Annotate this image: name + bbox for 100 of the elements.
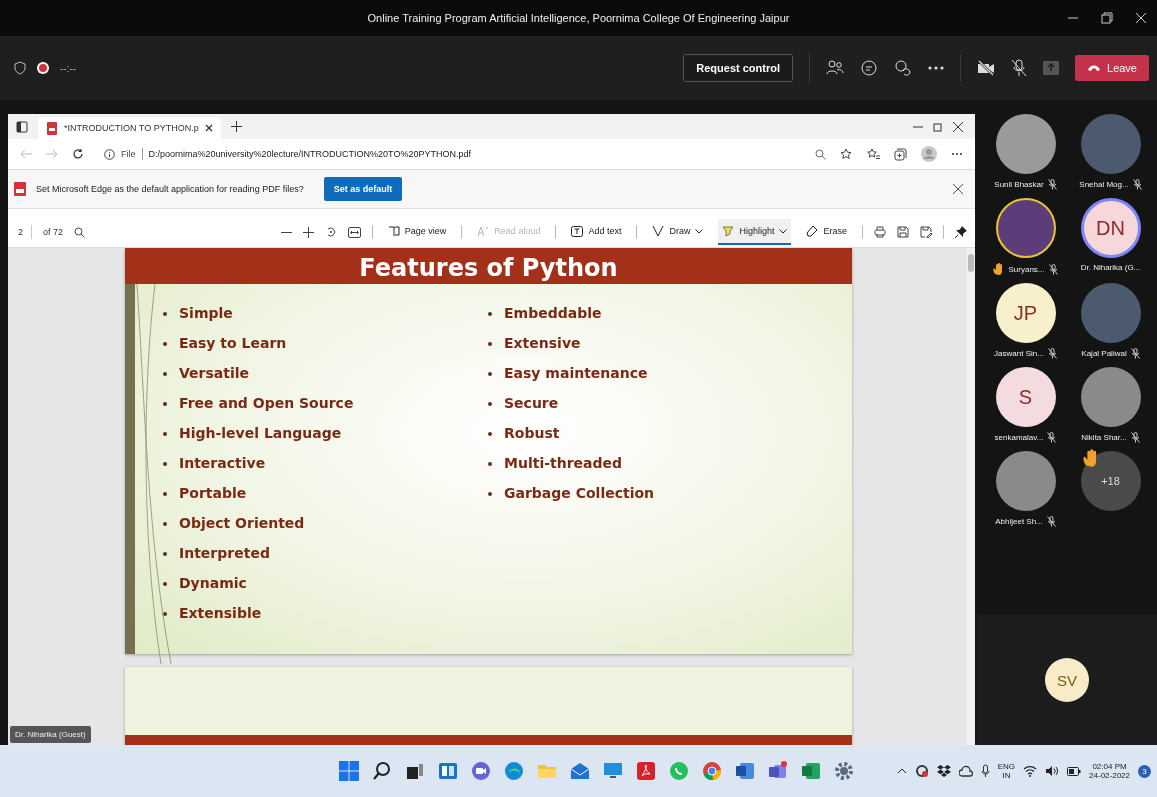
battery-icon[interactable] xyxy=(1067,766,1082,776)
close-icon[interactable] xyxy=(953,121,963,132)
participant-name: Abhijeet Sh... xyxy=(995,517,1043,526)
mic-off-icon[interactable] xyxy=(1011,59,1027,77)
start-icon[interactable] xyxy=(338,761,359,781)
bullet-text: Versatile xyxy=(179,364,250,383)
more-participants-avatar[interactable]: +18 xyxy=(1080,451,1141,511)
participant-name: Sunil Bhaskar xyxy=(994,180,1044,189)
add-text-button[interactable]: Add text xyxy=(567,219,626,245)
chat-icon[interactable] xyxy=(860,59,878,77)
teams-icon[interactable] xyxy=(767,761,788,781)
highlight-button[interactable]: Highlight xyxy=(718,219,792,245)
bullet-icon xyxy=(488,341,492,346)
save-as-icon[interactable] xyxy=(920,226,932,238)
bullet-icon xyxy=(163,371,167,376)
speaker-icon[interactable] xyxy=(1045,765,1060,777)
bullet-text: High-level Language xyxy=(179,424,342,443)
more-icon[interactable] xyxy=(951,152,963,156)
set-default-button[interactable]: Set as default xyxy=(323,177,403,201)
bullet-icon xyxy=(488,311,492,316)
more-icon[interactable] xyxy=(928,65,944,71)
pdf-icon xyxy=(14,182,26,196)
pdf-icon xyxy=(46,121,58,135)
wifi-icon[interactable] xyxy=(1023,765,1038,777)
notification-badge[interactable]: 3 xyxy=(1138,764,1151,778)
sync-icon[interactable] xyxy=(914,764,929,778)
request-control-button[interactable]: Request control xyxy=(683,54,793,82)
refresh-icon[interactable] xyxy=(72,148,84,160)
close-icon[interactable] xyxy=(953,184,963,194)
task-view-icon[interactable] xyxy=(404,761,425,781)
excel-icon[interactable] xyxy=(800,761,821,781)
avatar-initials: SV xyxy=(1057,671,1077,689)
bullet-icon xyxy=(488,461,492,466)
tab-actions-icon[interactable] xyxy=(16,120,28,133)
favorites-icon[interactable] xyxy=(867,147,880,161)
fit-width-icon[interactable] xyxy=(347,226,361,238)
bullet-icon xyxy=(163,581,167,586)
page-view-button[interactable]: Page view xyxy=(383,219,451,245)
search-icon[interactable] xyxy=(74,226,86,238)
camera-off-icon[interactable] xyxy=(977,60,995,76)
zoom-icon[interactable] xyxy=(815,148,826,160)
search-icon[interactable] xyxy=(371,761,392,781)
browser-icon[interactable] xyxy=(503,761,524,781)
cloud-icon[interactable] xyxy=(958,765,973,777)
gear-icon[interactable] xyxy=(833,761,854,781)
participant-name: Kajal Paliwal xyxy=(1081,349,1127,358)
monitor-icon[interactable] xyxy=(602,761,623,781)
restore-icon[interactable] xyxy=(933,121,943,132)
save-icon[interactable] xyxy=(897,226,909,238)
word-icon[interactable] xyxy=(734,761,755,781)
presenter-label: Dr. Niharika (Guest) xyxy=(10,726,91,743)
highlighter-icon xyxy=(722,225,735,237)
eraser-icon xyxy=(806,225,819,237)
address-field[interactable]: File D:/poornima%20university%20lecture/INTRODUCTION%20TO%20PYTHON.pdf xyxy=(98,143,801,165)
close-icon[interactable] xyxy=(204,124,213,132)
language-indicator[interactable]: ENG IN xyxy=(997,762,1016,780)
participant-name: Nikita Shar... xyxy=(1081,433,1127,442)
restore-icon[interactable] xyxy=(1101,12,1113,24)
reactions-icon[interactable] xyxy=(894,59,912,77)
profile-icon[interactable] xyxy=(921,146,937,162)
scrollbar[interactable] xyxy=(967,248,975,745)
chat-app-icon[interactable] xyxy=(470,761,491,781)
text-box-icon xyxy=(571,225,584,237)
leave-button[interactable]: Leave xyxy=(1075,55,1149,81)
bullet-text: Easy maintenance xyxy=(504,364,648,383)
bullet-icon xyxy=(163,461,167,466)
bullet-icon xyxy=(163,521,167,526)
draw-button[interactable]: Draw xyxy=(648,219,708,245)
chrome-browser-icon[interactable] xyxy=(701,761,722,781)
bullet-icon xyxy=(488,491,492,496)
participant-name: senkamalav... xyxy=(994,433,1044,442)
bullet-text: Object Oriented xyxy=(179,514,305,533)
avatar-initials: DN xyxy=(1096,216,1125,240)
overflow-count: +18 xyxy=(1101,475,1120,487)
chevron-up-icon[interactable] xyxy=(896,768,907,774)
bullet-text: Free and Open Source xyxy=(179,394,354,413)
bullet-text: Portable xyxy=(179,484,247,503)
avatar-initials: S xyxy=(1018,385,1033,409)
erase-button[interactable]: Erase xyxy=(802,219,851,245)
mail-icon[interactable] xyxy=(569,761,590,781)
pdf-reader-icon[interactable] xyxy=(635,761,656,781)
people-icon[interactable] xyxy=(826,59,844,77)
window-title: Online Training Program Artificial Intelligence, Poornima College Of Engineering Jaipur xyxy=(367,12,790,24)
widgets-icon[interactable] xyxy=(437,761,458,781)
pin-icon[interactable] xyxy=(955,226,967,238)
page-number-field[interactable]: 2 xyxy=(16,225,32,239)
clock[interactable]: 02:04 PM 24-02-2022 xyxy=(1089,762,1130,780)
print-icon[interactable] xyxy=(874,226,886,238)
shield-icon[interactable] xyxy=(14,61,26,75)
microphone-icon[interactable] xyxy=(980,764,990,778)
page-count: of 72 xyxy=(43,227,64,237)
dropbox-icon[interactable] xyxy=(936,765,951,777)
bullet-text: Extensible xyxy=(179,604,262,623)
bullet-text: Easy to Learn xyxy=(179,334,287,353)
infobar-message: Set Microsoft Edge as the default application for reading PDF files? xyxy=(36,184,304,194)
zoom-in-icon[interactable] xyxy=(302,226,314,238)
favorite-add-icon[interactable] xyxy=(840,147,853,161)
browser-tab[interactable]: *INTRODUCTION TO PYTHON.p xyxy=(38,117,221,139)
new-tab-icon[interactable] xyxy=(230,121,242,132)
collections-icon[interactable] xyxy=(894,147,907,161)
